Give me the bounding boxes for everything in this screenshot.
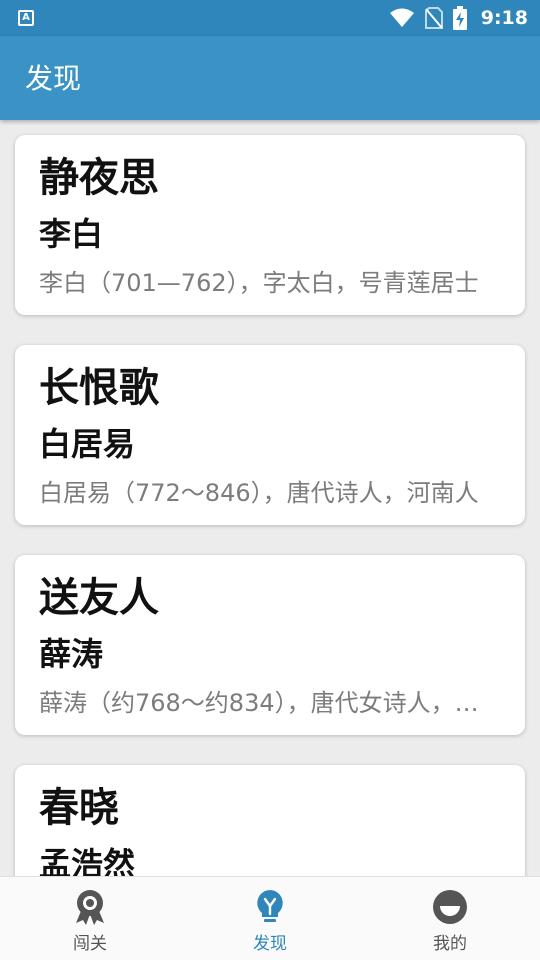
poem-author: 薛涛 — [39, 635, 104, 673]
status-bar: A 9:18 — [0, 0, 540, 36]
poem-card[interactable]: 送友人 薛涛 薛涛（约768～约834），唐代女诗人，字洪度 — [15, 555, 525, 735]
nav-label: 发现 — [253, 934, 287, 954]
app-notification-icon: A — [18, 10, 34, 26]
poem-title: 长恨歌 — [39, 365, 159, 411]
poem-author: 孟浩然 — [39, 845, 136, 876]
nav-tab-discover[interactable]: 发现 — [180, 877, 360, 960]
lightbulb-icon — [257, 890, 283, 922]
poem-card[interactable]: 长恨歌 白居易 白居易（772～846），唐代诗人，河南人 — [15, 345, 525, 525]
wifi-icon — [389, 8, 414, 27]
page-title: 发现 — [25, 62, 82, 95]
no-sim-icon — [424, 7, 443, 29]
nav-label: 闯关 — [73, 934, 107, 954]
poem-card[interactable]: 静夜思 李白 李白（701—762），字太白，号青莲居士 — [15, 135, 525, 315]
poem-intro: 李白（701—762），字太白，号青莲居士 — [39, 269, 479, 297]
poem-author: 白居易 — [39, 425, 136, 463]
nav-tab-challenge[interactable]: 闯关 — [0, 877, 180, 960]
poem-title: 静夜思 — [39, 155, 159, 201]
poem-list[interactable]: 静夜思 李白 李白（701—762），字太白，号青莲居士 长恨歌 白居易 白居易… — [0, 120, 540, 876]
poem-title: 送友人 — [39, 575, 159, 621]
poem-intro: 白居易（772～846），唐代诗人，河南人 — [39, 479, 479, 507]
status-time: 9:18 — [480, 7, 528, 29]
bottom-navigation: 闯关 发现 我的 — [0, 876, 540, 960]
smiley-profile-icon — [433, 890, 467, 924]
badge-icon — [76, 890, 104, 925]
nav-label: 我的 — [433, 934, 467, 954]
poem-author: 李白 — [39, 215, 104, 253]
app-bar: 发现 — [0, 36, 540, 120]
poem-card[interactable]: 春晓 孟浩然 — [15, 765, 525, 876]
nav-tab-profile[interactable]: 我的 — [360, 877, 540, 960]
battery-charging-icon — [452, 6, 467, 30]
poem-intro: 薛涛（约768～约834），唐代女诗人，字洪度 — [39, 689, 501, 717]
status-icons: 9:18 — [389, 0, 528, 36]
poem-title: 春晓 — [39, 785, 119, 831]
